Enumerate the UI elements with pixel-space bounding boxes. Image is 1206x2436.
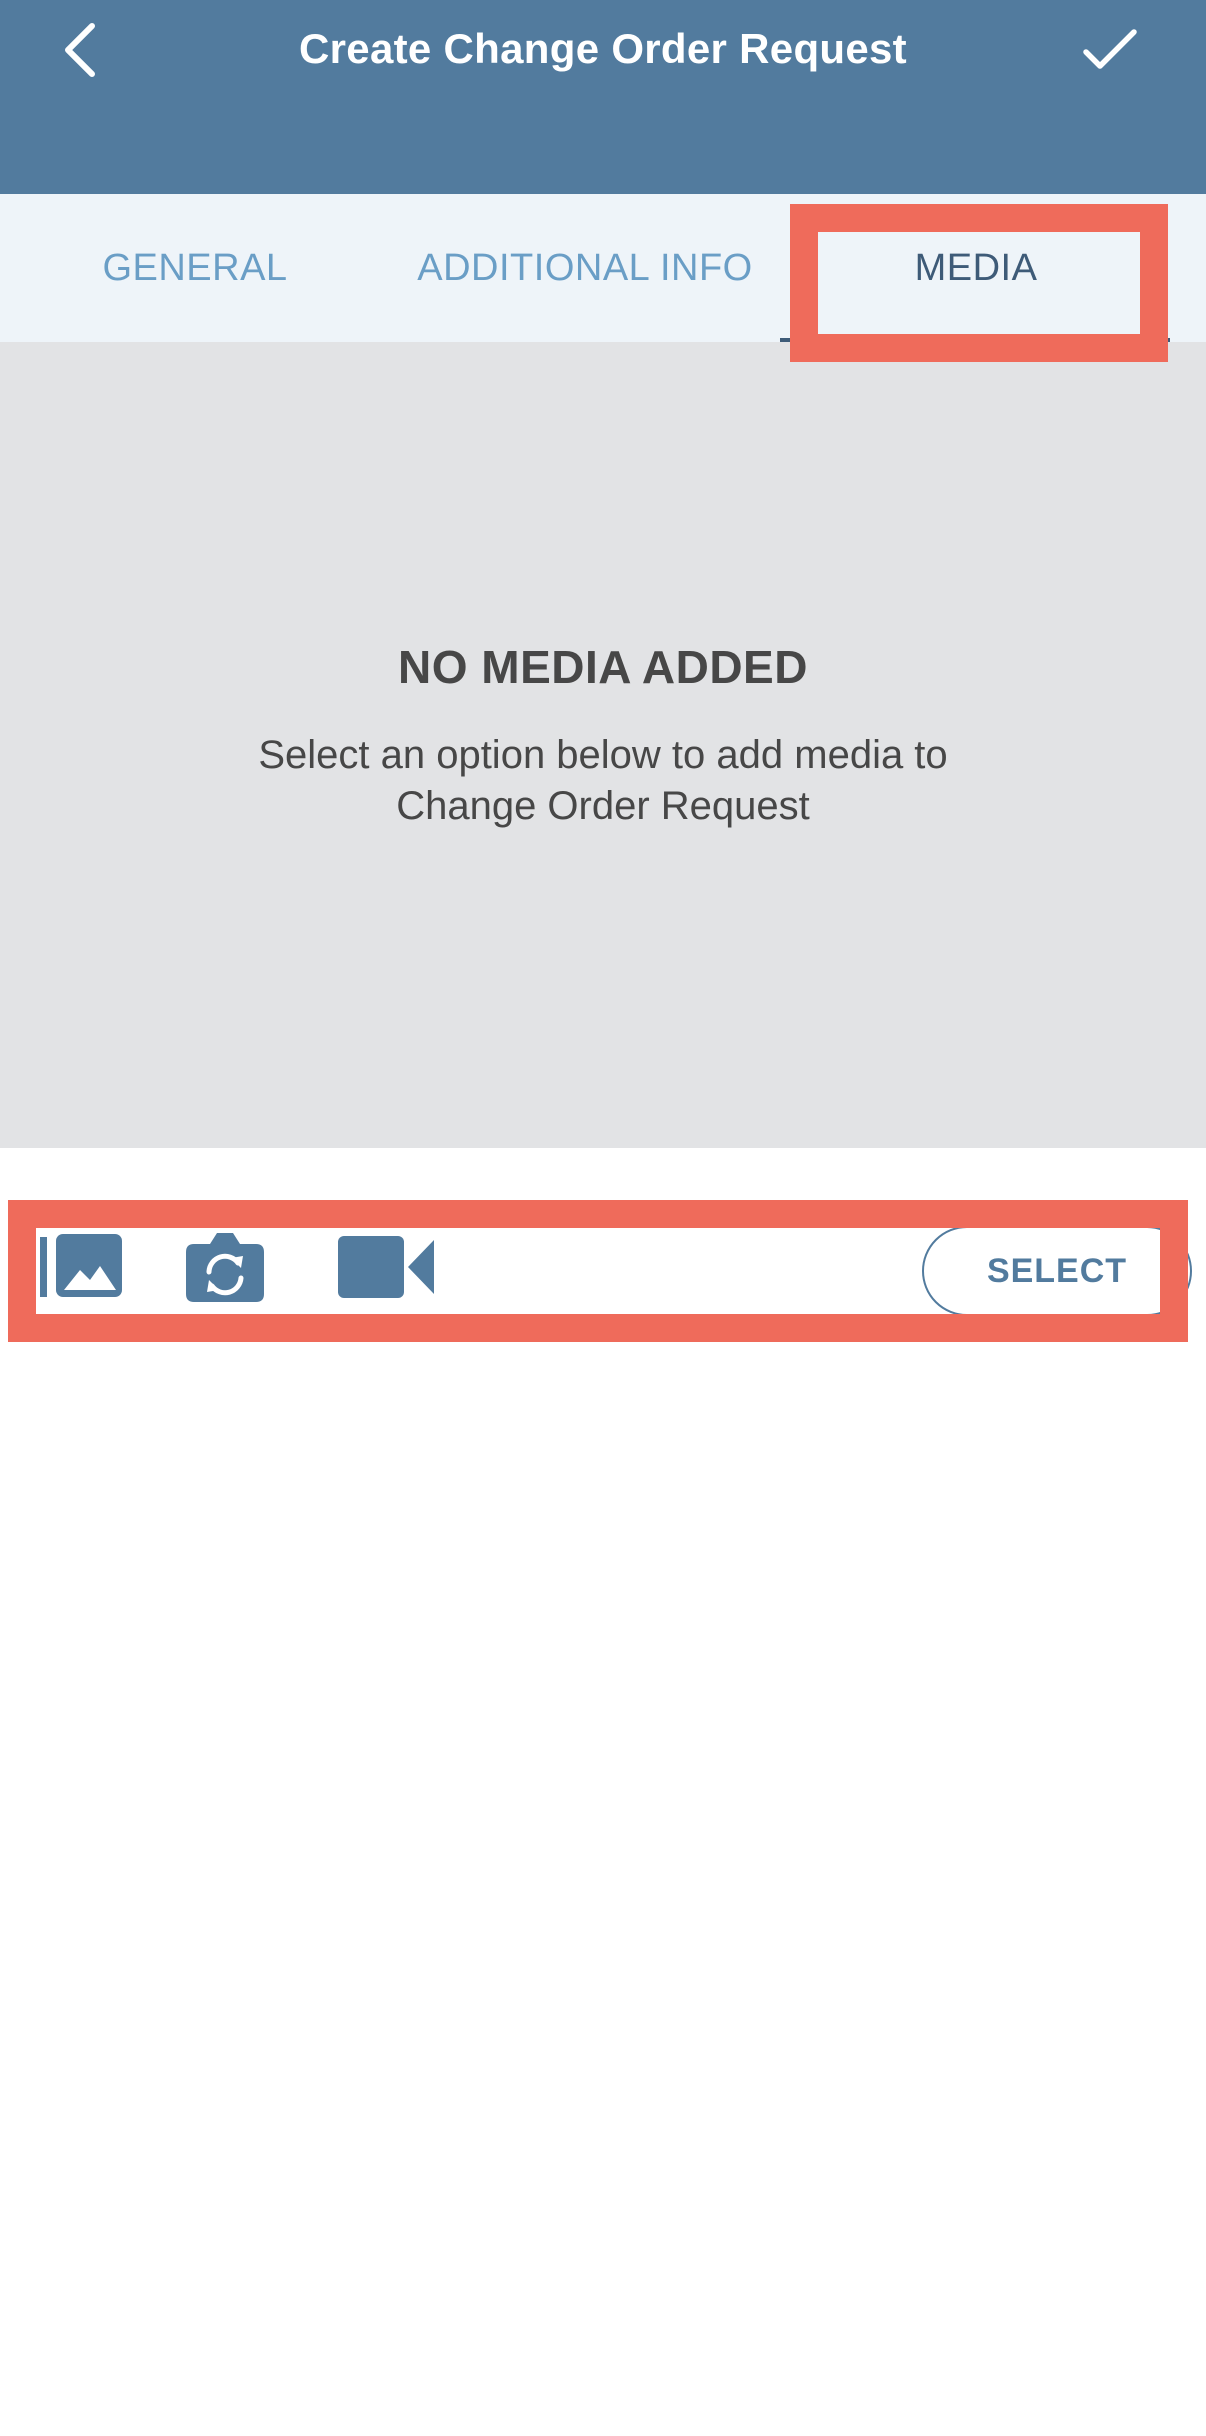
- camera-button[interactable]: [186, 1230, 264, 1302]
- photo-gallery-button[interactable]: [40, 1234, 124, 1300]
- confirm-button[interactable]: [1068, 8, 1152, 92]
- media-toolbar: SELECT: [0, 1148, 1206, 1358]
- tab-additional-info[interactable]: ADDITIONAL INFO: [390, 194, 780, 342]
- back-button[interactable]: [40, 8, 120, 92]
- tab-media[interactable]: MEDIA: [800, 194, 1152, 342]
- empty-state-title: NO MEDIA ADDED: [398, 641, 808, 693]
- empty-state-message: Select an option below to add media to C…: [258, 733, 948, 828]
- select-button[interactable]: SELECT: [922, 1226, 1192, 1316]
- photo-gallery-icon: [40, 1234, 122, 1297]
- media-empty-state: NO MEDIA ADDED Select an option below to…: [0, 342, 1206, 1148]
- camera-switch-icon: [186, 1233, 264, 1302]
- page-title: Create Change Order Request: [299, 25, 907, 72]
- checkmark-icon: [1083, 29, 1137, 69]
- navigation-bar: Create Change Order Request: [0, 0, 1206, 194]
- tab-bar: GENERAL ADDITIONAL INFO MEDIA: [0, 194, 1206, 342]
- video-camera-icon: [338, 1236, 434, 1298]
- video-camera-button[interactable]: [338, 1234, 438, 1300]
- tab-general[interactable]: GENERAL: [60, 194, 330, 342]
- chevron-left-icon: [65, 23, 95, 77]
